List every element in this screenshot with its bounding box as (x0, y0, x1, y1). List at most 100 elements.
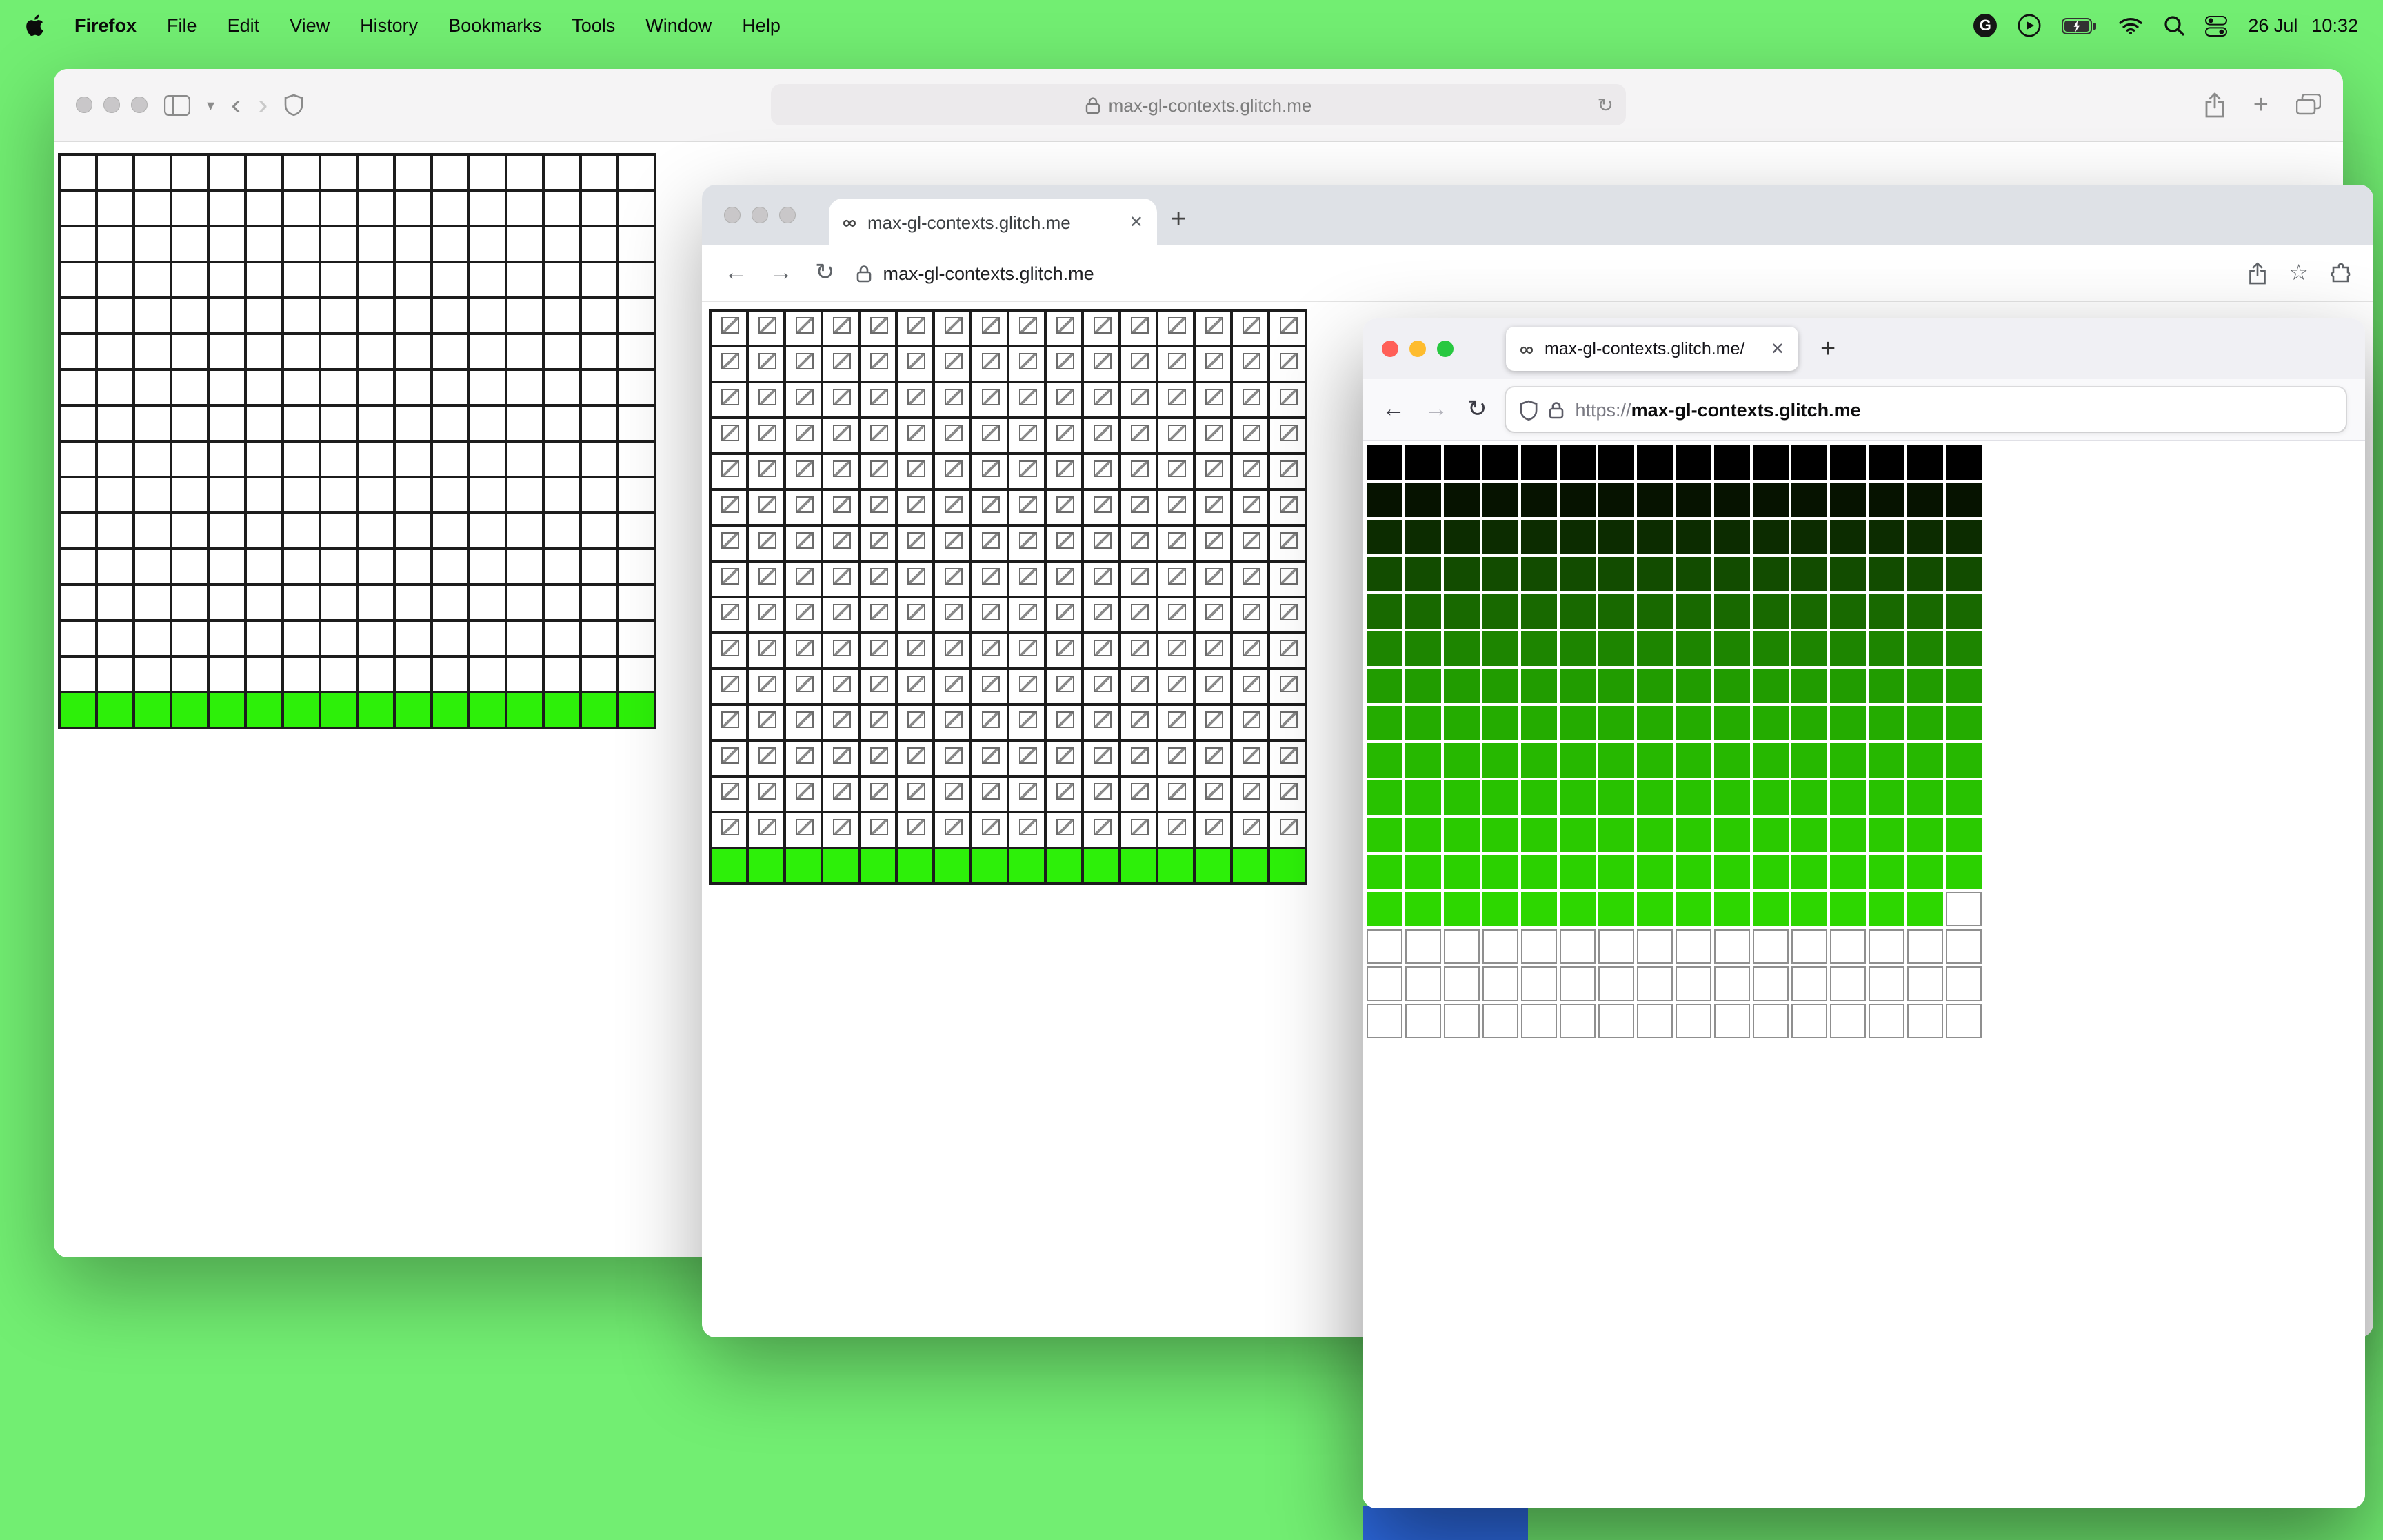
menu-bar-clock[interactable]: 26 Jul 10:32 (2248, 15, 2358, 36)
grid-cell (1753, 780, 1789, 815)
close-button[interactable] (724, 207, 741, 223)
grid-cell (618, 226, 655, 262)
grid-cell (1083, 525, 1120, 561)
close-button[interactable] (1382, 341, 1398, 357)
grid-cell (1367, 892, 1402, 926)
grid-cell (581, 262, 618, 298)
shield-icon[interactable] (284, 94, 303, 116)
back-button[interactable]: ← (1382, 396, 1405, 423)
chrome-address-bar[interactable]: max-gl-contexts.glitch.me (857, 263, 2226, 283)
broken-image-icon (721, 640, 739, 656)
extensions-icon[interactable] (2331, 263, 2351, 283)
share-icon[interactable] (2204, 92, 2226, 118)
back-button[interactable]: ‹ (231, 89, 241, 120)
tracking-shield-icon (1520, 399, 1538, 420)
tab-overview-icon[interactable] (2296, 94, 2321, 116)
new-tab-button[interactable]: + (2253, 92, 2269, 118)
grid-cell (859, 454, 896, 489)
grid-cell (1791, 929, 1827, 964)
grid-cell (1560, 1004, 1596, 1038)
broken-image-icon (833, 568, 851, 585)
broken-image-icon (982, 425, 1000, 441)
menu-history[interactable]: History (360, 15, 418, 36)
grid-cell (581, 154, 618, 190)
grid-cell (543, 298, 581, 334)
bookmark-star-icon[interactable]: ☆ (2289, 259, 2309, 287)
grid-cell (859, 525, 896, 561)
grid-cell (581, 692, 618, 728)
menu-help[interactable]: Help (742, 15, 781, 36)
control-center-icon[interactable] (2205, 14, 2228, 37)
wifi-icon[interactable] (2118, 17, 2143, 34)
back-button[interactable]: ← (724, 259, 747, 287)
tab-close-icon[interactable]: ✕ (1129, 212, 1143, 232)
menu-window[interactable]: Window (645, 15, 712, 36)
grid-cell (1560, 818, 1596, 852)
forward-button[interactable]: → (1425, 396, 1448, 423)
grid-cell (1753, 966, 1789, 1001)
grid-cell (1791, 669, 1827, 703)
grid-cell (971, 705, 1008, 740)
grid-cell (747, 705, 785, 740)
broken-image-icon (1019, 532, 1037, 549)
broken-image-icon (982, 676, 1000, 692)
chrome-active-tab[interactable]: ∞ max-gl-contexts.glitch.me ✕ (829, 199, 1157, 245)
broken-image-icon (982, 353, 1000, 369)
grid-cell (710, 561, 747, 597)
menu-bookmarks[interactable]: Bookmarks (448, 15, 541, 36)
apple-menu-icon[interactable] (25, 14, 44, 37)
grid-cell (1521, 855, 1557, 889)
forward-button[interactable]: › (258, 89, 268, 120)
menu-view[interactable]: View (290, 15, 330, 36)
broken-image-icon (945, 460, 963, 477)
firefox-active-tab[interactable]: ∞ max-gl-contexts.glitch.me/ ✕ (1506, 327, 1798, 371)
minimize-button[interactable] (752, 207, 768, 223)
reload-button[interactable]: ↻ (815, 259, 835, 287)
grid-cell (1869, 631, 1904, 666)
search-icon[interactable] (2164, 15, 2184, 36)
grid-cell (1405, 631, 1441, 666)
infinity-favicon: ∞ (843, 211, 856, 233)
grid-cell (1444, 780, 1480, 815)
menu-file[interactable]: File (167, 15, 197, 36)
grid-cell (1269, 776, 1306, 812)
new-tab-button[interactable]: + (1820, 336, 1836, 362)
broken-image-icon (758, 353, 776, 369)
minimize-button[interactable] (1409, 341, 1426, 357)
chevron-down-icon[interactable]: ▾ (207, 96, 214, 114)
grid-cell (1869, 594, 1904, 629)
grid-cell (1676, 966, 1711, 1001)
active-app-name[interactable]: Firefox (74, 15, 137, 36)
broken-image-icon (1056, 353, 1074, 369)
grid-cell (1194, 633, 1231, 669)
zoom-button[interactable] (131, 97, 148, 113)
firefox-address-bar[interactable]: https://max-gl-contexts.glitch.me (1506, 387, 2346, 432)
grid-cell (1830, 743, 1866, 778)
grid-cell (1637, 780, 1673, 815)
grid-cell (1269, 489, 1306, 525)
menu-edit[interactable]: Edit (228, 15, 260, 36)
battery-icon[interactable] (2062, 17, 2098, 34)
forward-button[interactable]: → (770, 259, 793, 287)
new-tab-button[interactable]: + (1171, 207, 1186, 233)
close-button[interactable] (76, 97, 92, 113)
share-icon[interactable] (2247, 261, 2266, 285)
background-window-peek[interactable] (1363, 1506, 1528, 1540)
grammarly-icon[interactable]: G (1973, 14, 1998, 37)
zoom-button[interactable] (1437, 341, 1454, 357)
broken-image-icon (945, 819, 963, 835)
minimize-button[interactable] (103, 97, 120, 113)
reload-icon[interactable]: ↻ (1598, 93, 1613, 116)
safari-address-bar[interactable]: max-gl-contexts.glitch.me ↻ (771, 84, 1626, 125)
broken-image-icon (1168, 568, 1186, 585)
broken-image-icon (870, 676, 888, 692)
zoom-button[interactable] (779, 207, 796, 223)
reload-button[interactable]: ↻ (1467, 396, 1487, 423)
grid-cell (1120, 740, 1157, 776)
grid-cell (134, 226, 171, 262)
menu-tools[interactable]: Tools (572, 15, 615, 36)
play-icon[interactable] (2018, 14, 2041, 37)
sidebar-icon[interactable] (164, 94, 190, 115)
grid-cell (1676, 631, 1711, 666)
tab-close-icon[interactable]: ✕ (1771, 339, 1784, 358)
